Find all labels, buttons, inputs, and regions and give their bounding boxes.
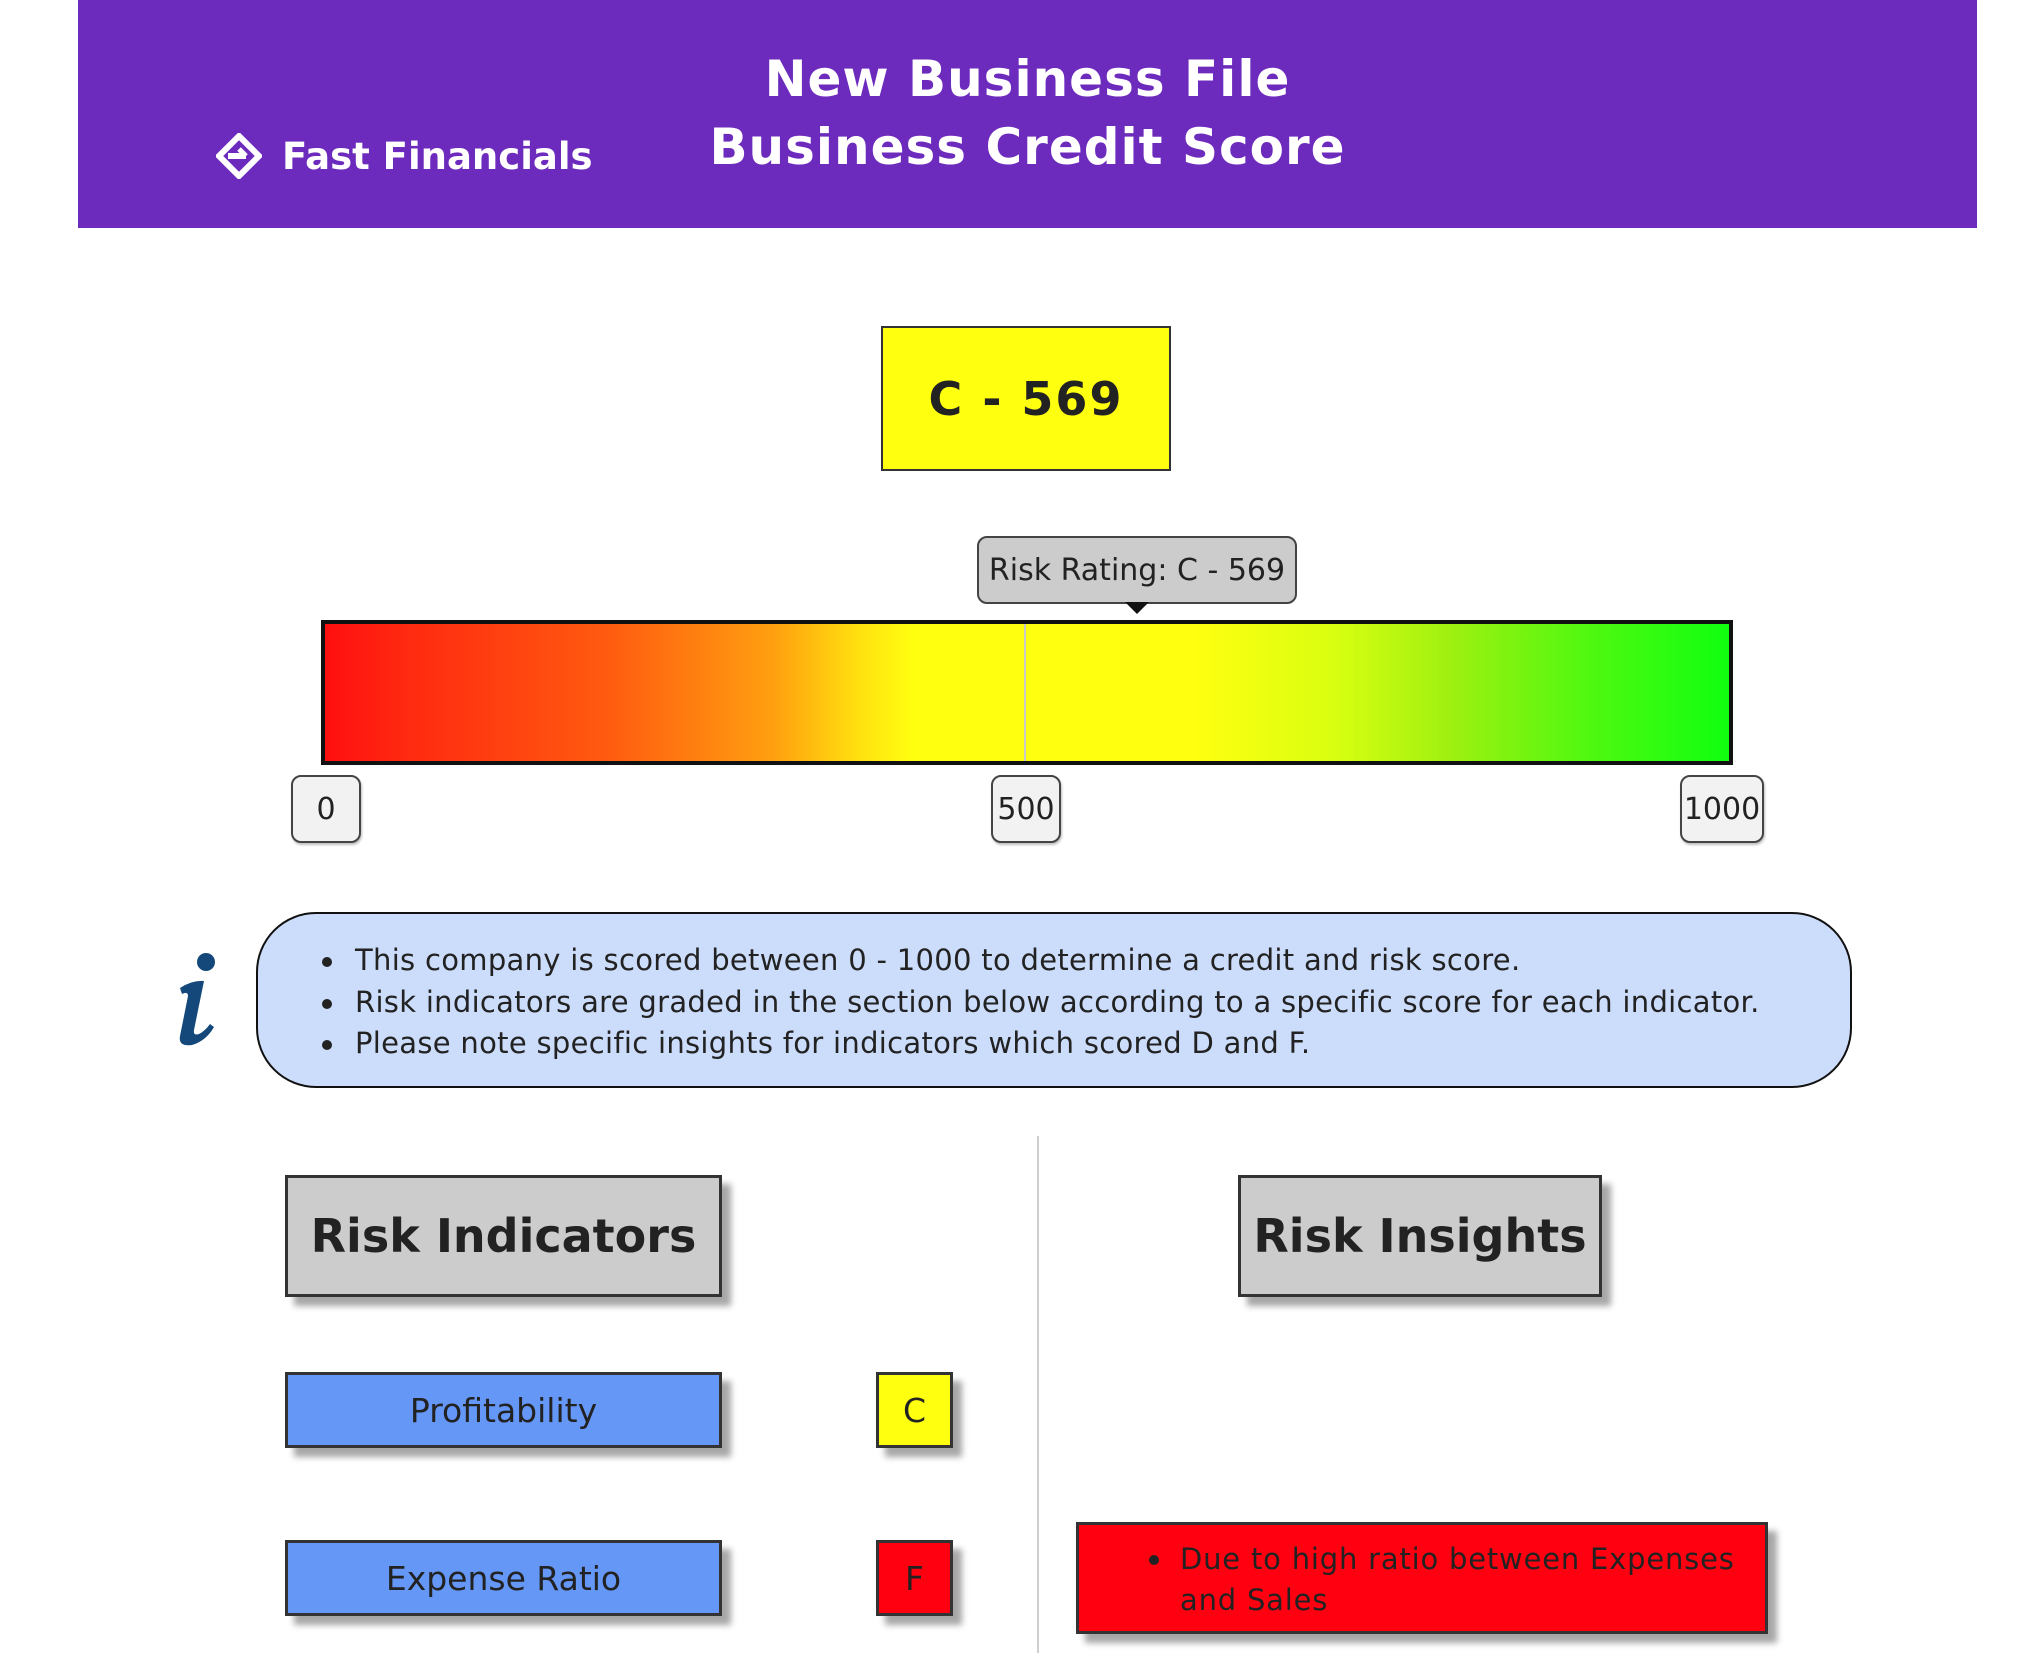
risk-indicators-heading: Risk Indicators [285, 1175, 722, 1297]
info-bullet-list: This company is scored between 0 - 1000 … [318, 940, 1850, 1065]
info-bullet: Please note specific insights for indica… [318, 1023, 1850, 1065]
grade-badge-profitability: C [876, 1372, 953, 1448]
tooltip-pointer-icon [1125, 602, 1149, 614]
credit-score-page: Fast Financials New Business File Busine… [0, 0, 2044, 1653]
grade-badge-expense-ratio: F [876, 1540, 953, 1616]
gauge-mid-label: 500 [991, 775, 1061, 843]
credit-score-badge: C - 569 [881, 326, 1171, 471]
risk-rating-tooltip: Risk Rating: C - 569 [977, 536, 1297, 604]
indicator-expense-ratio[interactable]: Expense Ratio [285, 1540, 722, 1616]
gauge-midpoint-line [1024, 624, 1026, 761]
section-divider [1037, 1136, 1039, 1653]
info-bullet: This company is scored between 0 - 1000 … [318, 940, 1850, 982]
risk-insights-heading: Risk Insights [1238, 1175, 1602, 1297]
score-info-panel: This company is scored between 0 - 1000 … [256, 912, 1852, 1088]
insight-bullet-list: Due to high ratio between Expenses and S… [1147, 1539, 1765, 1621]
insight-bullet: Due to high ratio between Expenses and S… [1147, 1539, 1765, 1621]
info-bullet: Risk indicators are graded in the sectio… [318, 982, 1850, 1024]
page-subtitle: Business Credit Score [709, 118, 1346, 176]
insight-expense-ratio: Due to high ratio between Expenses and S… [1076, 1522, 1768, 1634]
info-icon [179, 953, 215, 1046]
indicator-profitability[interactable]: Profitability [285, 1372, 722, 1448]
credit-score-gauge-bar [321, 620, 1733, 765]
gauge-min-label: 0 [291, 775, 361, 843]
header-banner: Fast Financials New Business File Busine… [78, 0, 1977, 228]
gauge-max-label: 1000 [1680, 775, 1764, 843]
page-title: New Business File [764, 50, 1291, 108]
